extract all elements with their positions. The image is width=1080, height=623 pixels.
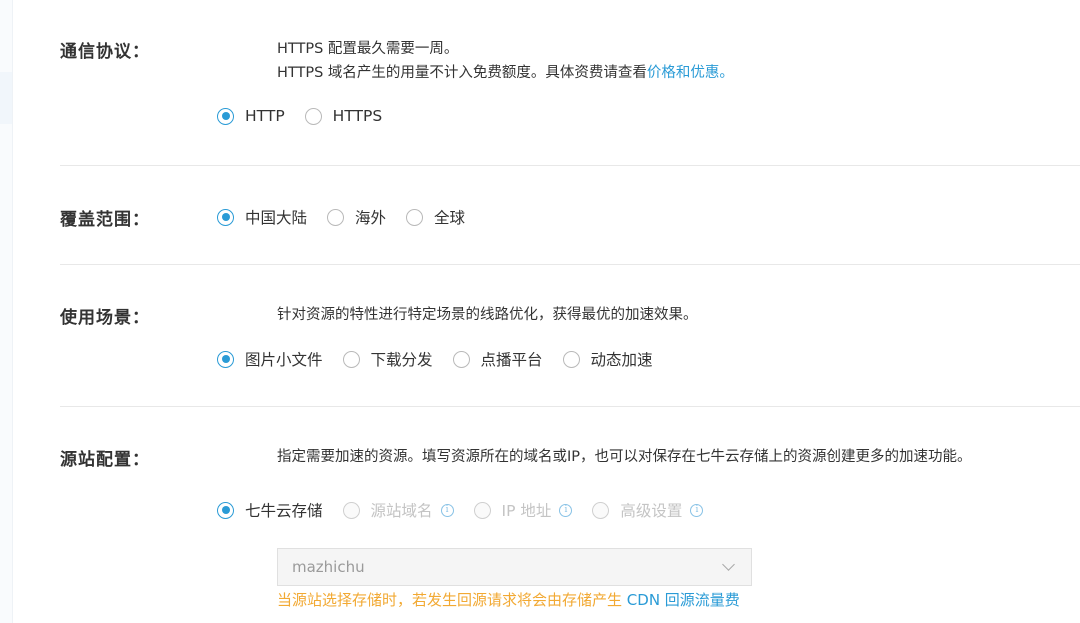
- scenario-description: 针对资源的特性进行特定场景的线路优化，获得最优的加速效果。: [277, 307, 698, 323]
- radio-mainland-china[interactable]: 中国大陆: [217, 206, 307, 228]
- origin-warning-text: 当源站选择存储时，若发生回源请求将会由存储产生: [277, 591, 623, 609]
- radio-https[interactable]: HTTPS: [304, 107, 383, 125]
- radio-global-label: 全球: [434, 209, 466, 227]
- bucket-select-value: mazhichu: [292, 558, 365, 576]
- protocol-note-1: HTTPS 配置最久需要一周。: [277, 41, 459, 57]
- origin-description: 指定需要加速的资源。填写资源所在的域名或IP，也可以对保存在七牛云存储上的资源创…: [277, 449, 972, 465]
- radio-overseas[interactable]: 海外: [327, 206, 386, 228]
- radio-image-label: 图片小文件: [245, 351, 323, 369]
- coverage-label: 覆盖范围：: [60, 210, 150, 230]
- info-icon[interactable]: i: [690, 503, 704, 517]
- scenario-section: 使用场景： 针对资源的特性进行特定场景的线路优化，获得最优的加速效果。: [60, 303, 1080, 333]
- radio-ip-address[interactable]: IP 地址 i: [473, 499, 573, 521]
- radio-advanced-label: 高级设置: [620, 502, 683, 520]
- radio-dynamic-label: 动态加速: [590, 351, 653, 369]
- info-icon[interactable]: i: [440, 503, 454, 517]
- radio-vod-circle[interactable]: [452, 350, 470, 368]
- radio-vod[interactable]: 点播平台: [452, 348, 543, 370]
- origin-warning: 当源站选择存储时，若发生回源请求将会由存储产生 CDN 回源流量费: [277, 589, 740, 610]
- protocol-radio-group: HTTP HTTPS: [217, 107, 402, 125]
- radio-mainland-circle[interactable]: [217, 208, 234, 226]
- radio-mainland-label: 中国大陆: [245, 209, 308, 227]
- radio-qiniu-label: 七牛云存储: [245, 502, 323, 520]
- coverage-radio-group: 中国大陆 海外 全球: [217, 206, 485, 228]
- radio-global-circle[interactable]: [406, 208, 424, 226]
- radio-https-circle[interactable]: [304, 107, 322, 125]
- radio-download[interactable]: 下载分发: [342, 348, 433, 370]
- left-sidebar-edge: [0, 0, 13, 623]
- radio-origin-domain-circle[interactable]: [342, 501, 360, 519]
- protocol-description: HTTPS 配置最久需要一周。 HTTPS 域名产生的用量不计入免费额度。具体资…: [277, 37, 1080, 85]
- divider: [60, 264, 1080, 265]
- radio-origin-domain-label: 源站域名: [370, 502, 433, 520]
- scenario-description-wrap: 针对资源的特性进行特定场景的线路优化，获得最优的加速效果。: [277, 303, 1080, 327]
- radio-dynamic-circle[interactable]: [562, 350, 580, 368]
- protocol-label: 通信协议：: [60, 42, 150, 62]
- radio-download-label: 下载分发: [370, 351, 433, 369]
- radio-https-label: HTTPS: [332, 107, 383, 125]
- radio-overseas-label: 海外: [355, 209, 387, 227]
- protocol-note-2: HTTPS 域名产生的用量不计入免费额度。具体资费请查看价格和优惠。: [277, 61, 1080, 85]
- radio-image-small-files[interactable]: 图片小文件: [217, 348, 323, 370]
- radio-advanced[interactable]: 高级设置 i: [592, 499, 704, 521]
- bucket-select-row: mazhichu: [60, 548, 1080, 586]
- chevron-down-icon[interactable]: [722, 558, 735, 571]
- origin-section: 源站配置： 指定需要加速的资源。填写资源所在的域名或IP，也可以对保存在七牛云存…: [60, 445, 1080, 475]
- radio-global[interactable]: 全球: [406, 206, 465, 228]
- origin-warning-row: 当源站选择存储时，若发生回源请求将会由存储产生 CDN 回源流量费: [60, 589, 1080, 613]
- coverage-section: 覆盖范围：: [60, 205, 1080, 235]
- protocol-section: 通信协议： HTTPS 配置最久需要一周。 HTTPS 域名产生的用量不计入免费…: [60, 37, 1080, 137]
- radio-http-label: HTTP: [245, 107, 285, 125]
- divider: [60, 165, 1080, 166]
- divider: [60, 406, 1080, 407]
- origin-description-wrap: 指定需要加速的资源。填写资源所在的域名或IP，也可以对保存在七牛云存储上的资源创…: [277, 445, 1080, 469]
- radio-http-circle[interactable]: [217, 107, 234, 125]
- scenario-label: 使用场景：: [60, 308, 150, 328]
- radio-image-circle[interactable]: [217, 350, 234, 368]
- radio-http[interactable]: HTTP: [217, 107, 285, 125]
- cdn-fee-link[interactable]: CDN 回源流量费: [627, 591, 740, 609]
- bucket-select[interactable]: mazhichu: [277, 548, 752, 586]
- radio-advanced-circle[interactable]: [592, 501, 610, 519]
- radio-vod-label: 点播平台: [480, 351, 543, 369]
- scenario-radio-group: 图片小文件 下载分发 点播平台 动态加速: [217, 348, 673, 370]
- radio-download-circle[interactable]: [342, 350, 360, 368]
- radio-origin-domain[interactable]: 源站域名 i: [342, 499, 454, 521]
- sidebar-highlight: [0, 72, 12, 124]
- protocol-note-2-text: HTTPS 域名产生的用量不计入免费额度。具体资费请查看: [277, 65, 647, 81]
- radio-ip-circle[interactable]: [473, 501, 491, 519]
- origin-label: 源站配置：: [60, 450, 150, 470]
- info-icon[interactable]: i: [559, 503, 573, 517]
- origin-radio-group: 七牛云存储 源站域名 i IP 地址 i 高级设置 i: [217, 499, 723, 521]
- radio-qiniu-circle[interactable]: [217, 501, 234, 519]
- radio-ip-label: IP 地址: [501, 502, 552, 520]
- radio-qiniu-storage[interactable]: 七牛云存储: [217, 499, 323, 521]
- pricing-link[interactable]: 价格和优惠。: [647, 65, 734, 81]
- radio-dynamic[interactable]: 动态加速: [562, 348, 653, 370]
- radio-overseas-circle[interactable]: [327, 208, 345, 226]
